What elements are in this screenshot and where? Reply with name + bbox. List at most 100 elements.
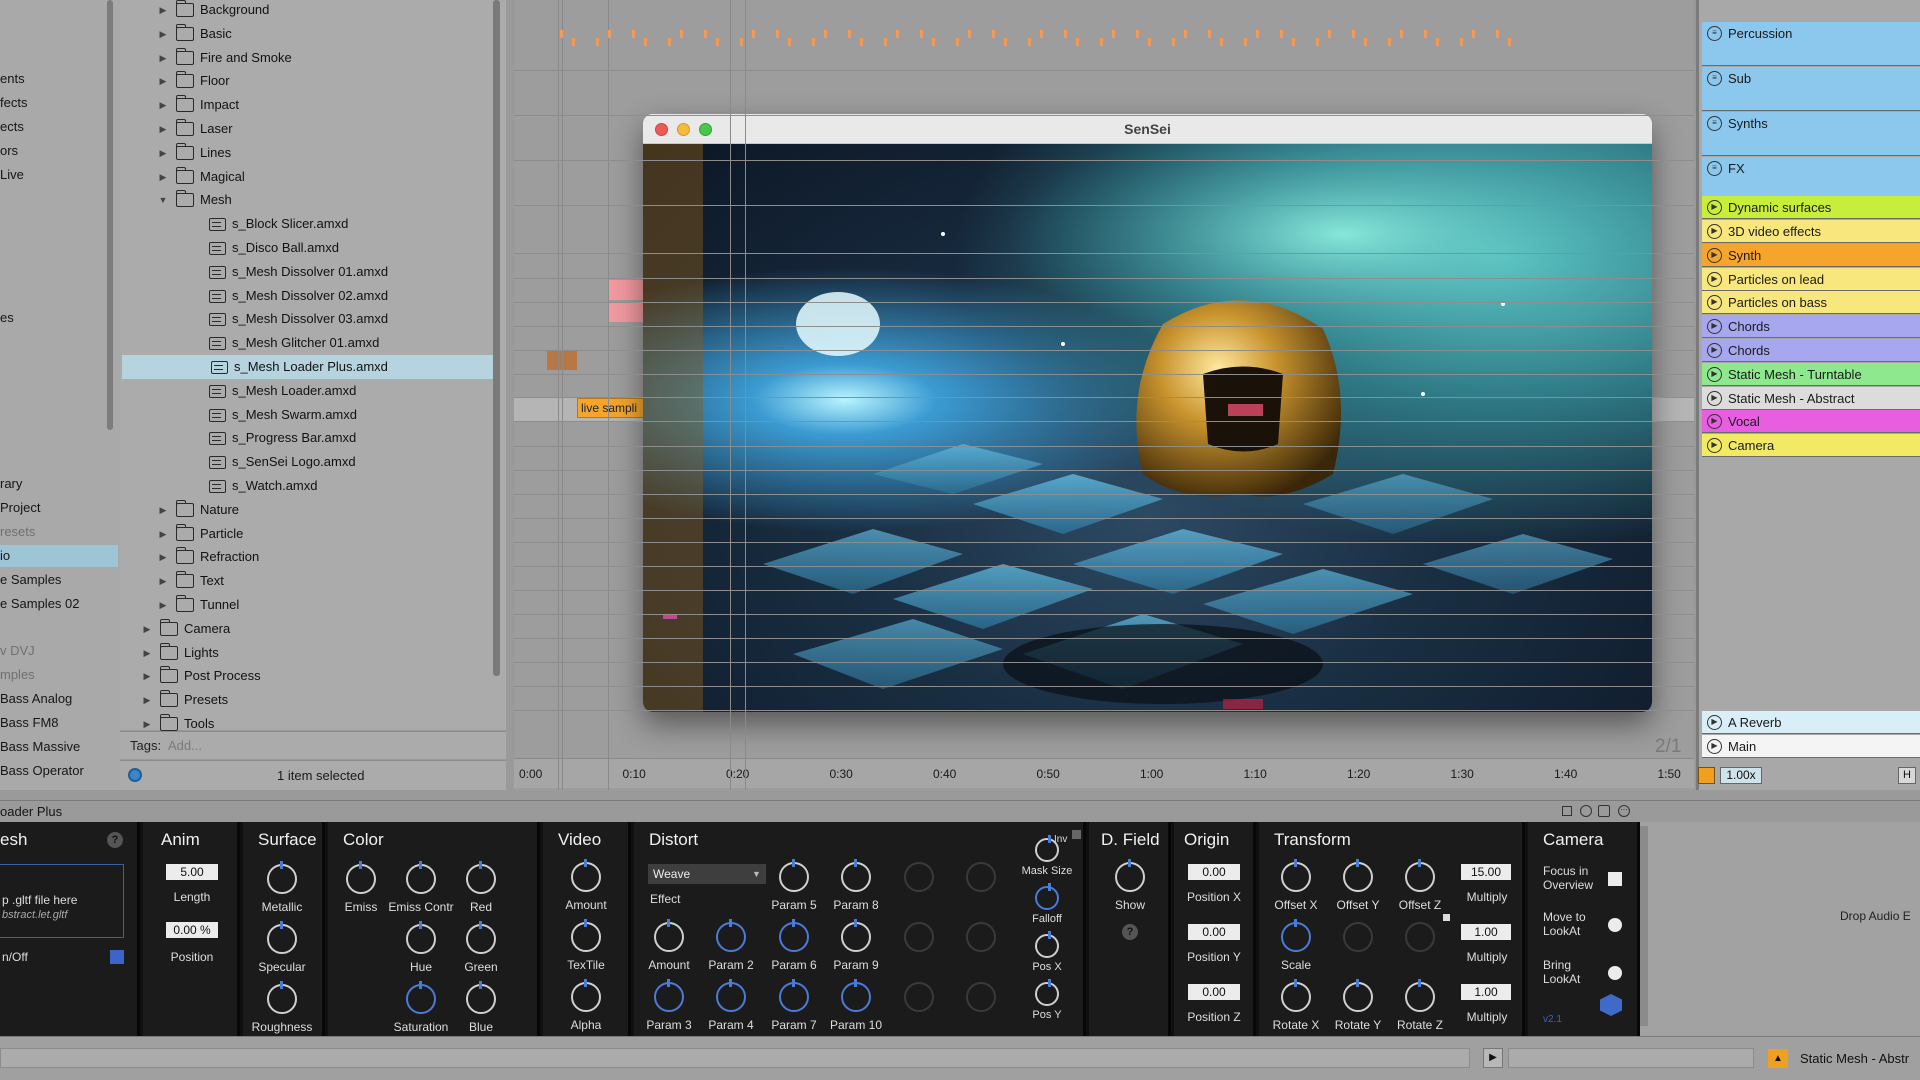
track-header[interactable]: ≡ FX: [1702, 157, 1920, 201]
live-sampling-clip[interactable]: live sampli: [577, 398, 647, 418]
zoom-field[interactable]: 1.00x: [1720, 767, 1762, 784]
length-field[interactable]: 5.00: [166, 864, 218, 880]
dfield-show-knob[interactable]: [1115, 859, 1145, 892]
disclosure-closed-icon[interactable]: ▶: [158, 165, 168, 189]
track-activator-icon[interactable]: ▶: [1707, 272, 1722, 287]
browser-item[interactable]: ▶ Lights: [120, 641, 500, 665]
edit-icon[interactable]: [1580, 805, 1592, 817]
play-icon[interactable]: ▶: [1483, 1048, 1503, 1068]
parameter-knob[interactable]: [346, 861, 376, 894]
disclosure-closed-icon[interactable]: ▶: [142, 641, 152, 665]
parameter-knob[interactable]: [966, 922, 996, 952]
track-activator-icon[interactable]: ▶: [1707, 248, 1722, 263]
parameter-knob[interactable]: [267, 981, 297, 1014]
mask-knob[interactable]: [1035, 883, 1059, 910]
sidebar-item[interactable]: mples: [0, 664, 35, 686]
track-header[interactable]: ▶ Chords: [1702, 339, 1920, 362]
multiply-field[interactable]: 15.00: [1461, 864, 1511, 880]
sidebar-item[interactable]: rary: [0, 473, 22, 495]
origin-value-field[interactable]: 0.00: [1188, 864, 1240, 880]
effect-select[interactable]: Weave ▼: [648, 864, 766, 884]
browser-item[interactable]: ▶ Particle: [120, 522, 500, 546]
parameter-knob[interactable]: [406, 921, 436, 954]
track-activator-icon[interactable]: ▶: [1707, 367, 1722, 382]
sidebar-item[interactable]: es: [0, 307, 14, 329]
browser-item[interactable]: ▶ Magical: [120, 165, 500, 189]
parameter-knob[interactable]: [841, 919, 871, 952]
focus-toggle[interactable]: [1608, 872, 1622, 886]
parameter-knob[interactable]: [654, 919, 684, 952]
browser-item[interactable]: s_Disco Ball.amxd: [120, 236, 500, 260]
disclosure-closed-icon[interactable]: ▶: [158, 593, 168, 617]
disclosure-open-icon[interactable]: ▼: [158, 188, 168, 212]
browser-item[interactable]: s_Mesh Dissolver 03.amxd: [120, 307, 500, 331]
parameter-knob[interactable]: [1405, 859, 1435, 892]
sidebar-item[interactable]: ents: [0, 68, 25, 90]
browser-item[interactable]: ▼ Mesh: [120, 188, 500, 212]
browser-item[interactable]: s_Mesh Dissolver 01.amxd: [120, 260, 500, 284]
position-field[interactable]: 0.00 %: [166, 922, 218, 938]
origin-value-field[interactable]: 0.00: [1188, 984, 1240, 1000]
more-icon[interactable]: ···: [1618, 805, 1630, 817]
browser-item[interactable]: ▶ Impact: [120, 93, 500, 117]
parameter-knob[interactable]: [966, 862, 996, 892]
parameter-knob[interactable]: [571, 979, 601, 1012]
clip-pink-2[interactable]: [608, 302, 643, 322]
disclosure-closed-icon[interactable]: ▶: [158, 46, 168, 70]
return-track-header[interactable]: ▶ A Reverb: [1702, 711, 1920, 734]
browser-item[interactable]: ▶ Post Process: [120, 664, 500, 688]
group-toggle-icon[interactable]: ≡: [1707, 26, 1722, 41]
track-header[interactable]: ▶ Chords: [1702, 315, 1920, 338]
browser-item[interactable]: ▶ Presets: [120, 688, 500, 712]
browser-item[interactable]: ▶ Nature: [120, 498, 500, 522]
h-button[interactable]: H: [1898, 767, 1916, 784]
sidebar-item[interactable]: Project: [0, 497, 40, 519]
track-activator-icon[interactable]: ▶: [1707, 319, 1722, 334]
parameter-knob[interactable]: [466, 861, 496, 894]
mask-knob[interactable]: [1035, 835, 1059, 862]
track-header[interactable]: ≡ Percussion: [1702, 22, 1920, 66]
parameter-knob[interactable]: [571, 919, 601, 952]
sidebar-item[interactable]: Live: [0, 164, 24, 186]
track-header[interactable]: ▶ Static Mesh - Abstract: [1702, 387, 1920, 410]
track-header[interactable]: ▶ Particles on lead: [1702, 268, 1920, 291]
track-header[interactable]: ≡ Synths: [1702, 112, 1920, 156]
browser-scrollbar[interactable]: [493, 0, 500, 676]
disclosure-closed-icon[interactable]: ▶: [158, 498, 168, 522]
return-track-header[interactable]: ▶ Main: [1702, 735, 1920, 758]
track-activator-icon[interactable]: ▶: [1707, 200, 1722, 215]
track-header[interactable]: ▶ Synth: [1702, 244, 1920, 267]
disclosure-closed-icon[interactable]: ▶: [158, 93, 168, 117]
parameter-knob[interactable]: [904, 922, 934, 952]
parameter-knob[interactable]: [966, 982, 996, 1012]
sidebar-item[interactable]: Bass Analog: [0, 688, 72, 710]
disclosure-closed-icon[interactable]: ▶: [158, 545, 168, 569]
parameter-knob[interactable]: [779, 979, 809, 1012]
audio-drop-area[interactable]: Drop Audio E: [1640, 822, 1920, 1036]
dfield-help-icon[interactable]: ?: [1122, 924, 1138, 940]
parameter-knob[interactable]: [841, 859, 871, 892]
parameter-knob[interactable]: [1343, 979, 1373, 1012]
drop-area-scrollbar[interactable]: [1640, 826, 1648, 1026]
sidebar-item[interactable]: resets: [0, 521, 35, 543]
sidebar-item[interactable]: v DVJ: [0, 640, 35, 662]
track-activator-icon[interactable]: ▶: [1707, 343, 1722, 358]
parameter-knob[interactable]: [466, 981, 496, 1014]
browser-item[interactable]: ▶ Fire and Smoke: [120, 46, 500, 70]
multiply-field[interactable]: 1.00: [1461, 984, 1511, 1000]
browser-item[interactable]: s_Mesh Loader Plus.amxd: [122, 355, 498, 379]
transform-lock-toggle[interactable]: [1443, 914, 1450, 921]
origin-value-field[interactable]: 0.00: [1188, 924, 1240, 940]
browser-item[interactable]: s_Mesh Glitcher 01.amxd: [120, 331, 500, 355]
disclosure-closed-icon[interactable]: ▶: [158, 117, 168, 141]
multiply-field[interactable]: 1.00: [1461, 924, 1511, 940]
track-activator-icon[interactable]: ▶: [1707, 438, 1722, 453]
browser-item[interactable]: s_Progress Bar.amxd: [120, 426, 500, 450]
sidebar-item[interactable]: e Samples: [0, 569, 61, 591]
render-viewport[interactable]: [643, 144, 1652, 712]
parameter-knob[interactable]: [406, 861, 436, 894]
browser-item[interactable]: ▶ Background: [120, 0, 500, 22]
parameter-knob[interactable]: [1281, 919, 1311, 952]
disclosure-closed-icon[interactable]: ▶: [158, 522, 168, 546]
move-lookat-button[interactable]: [1608, 918, 1622, 932]
